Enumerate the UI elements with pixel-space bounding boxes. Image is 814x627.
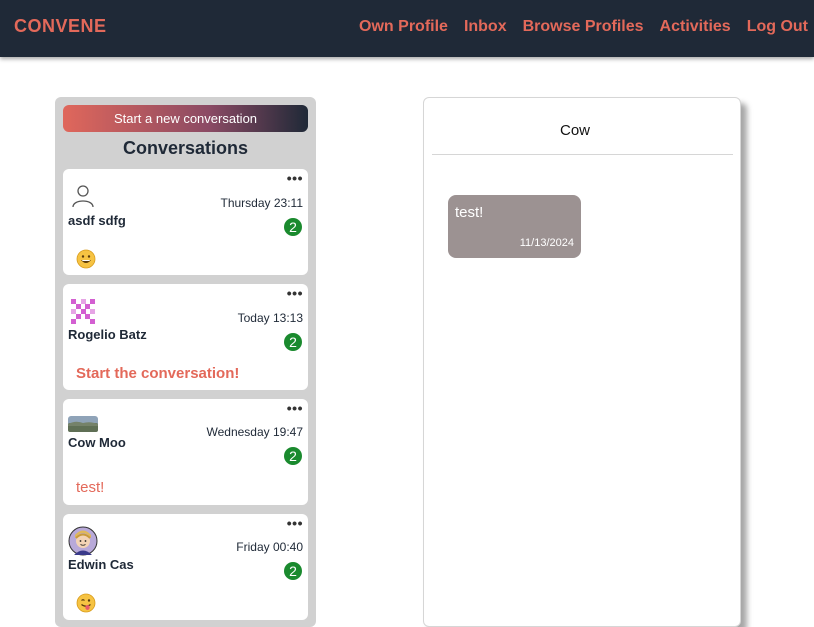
conversation-menu-button[interactable]: ••• <box>287 516 303 530</box>
conversations-sidebar: Start a new conversation Conversations •… <box>55 97 316 627</box>
conversation-card[interactable]: ••• Edwin Cas Friday 00:40 2 <box>63 514 308 620</box>
nav-browse-profiles-link[interactable]: Browse Profiles <box>523 18 644 36</box>
pixel-pattern-avatar <box>71 299 95 324</box>
conversation-menu-button[interactable]: ••• <box>287 171 303 185</box>
conversation-card[interactable]: ••• Rogelio Batz Today 13:13 2 Start the… <box>63 284 308 390</box>
conversation-menu-button[interactable]: ••• <box>287 286 303 300</box>
message-bubble: test! 11/13/2024 <box>448 195 581 258</box>
default-user-icon <box>72 185 94 208</box>
conversation-card[interactable]: ••• Cow Moo Wednesday 19:47 2 test! <box>63 399 308 505</box>
conversation-time: Thursday 23:11 <box>220 196 304 210</box>
conversation-time: Today 13:13 <box>237 311 303 325</box>
conversation-preview: test! <box>76 479 105 496</box>
start-new-conversation-button[interactable]: Start a new conversation <box>63 105 308 132</box>
nav-inbox-link[interactable]: Inbox <box>464 18 507 36</box>
message-text: test! <box>455 204 484 221</box>
chat-panel: Cow test! 11/13/2024 <box>423 97 741 627</box>
conversation-name: Cow Moo <box>68 435 126 450</box>
conversation-card[interactable]: ••• asdf sdfg Thursday 23:11 2 <box>63 169 308 275</box>
top-navbar: CONVENE Own Profile Inbox Browse Profile… <box>0 0 814 57</box>
message-date: 11/13/2024 <box>519 237 574 249</box>
conversation-name: Edwin Cas <box>68 557 134 572</box>
nav-activities-link[interactable]: Activities <box>660 18 731 36</box>
conversations-heading: Conversations <box>122 138 249 158</box>
unread-count-badge: 2 <box>284 218 302 236</box>
landscape-photo-avatar <box>68 416 98 432</box>
conversation-name: Rogelio Batz <box>68 327 147 342</box>
nav-links: Own Profile Inbox Browse Profiles Activi… <box>359 18 808 36</box>
cartoon-person-avatar <box>68 526 98 556</box>
chat-header-divider <box>432 154 733 155</box>
unread-count-badge: 2 <box>284 447 302 465</box>
conversation-preview: Start the conversation! <box>76 365 240 382</box>
nav-log-out-link[interactable]: Log Out <box>747 18 808 36</box>
conversation-time: Wednesday 19:47 <box>206 425 303 439</box>
conversation-name: asdf sdfg <box>68 213 126 228</box>
unread-count-badge: 2 <box>284 562 302 580</box>
chat-title: Cow <box>559 122 590 139</box>
brand-logo[interactable]: CONVENE <box>14 16 107 37</box>
winking-tongue-emoji-icon <box>76 593 96 613</box>
nav-own-profile-link[interactable]: Own Profile <box>359 18 448 36</box>
conversation-time: Friday 00:40 <box>236 540 303 554</box>
grinning-emoji-icon <box>76 249 96 269</box>
conversation-menu-button[interactable]: ••• <box>287 401 303 415</box>
unread-count-badge: 2 <box>284 333 302 351</box>
